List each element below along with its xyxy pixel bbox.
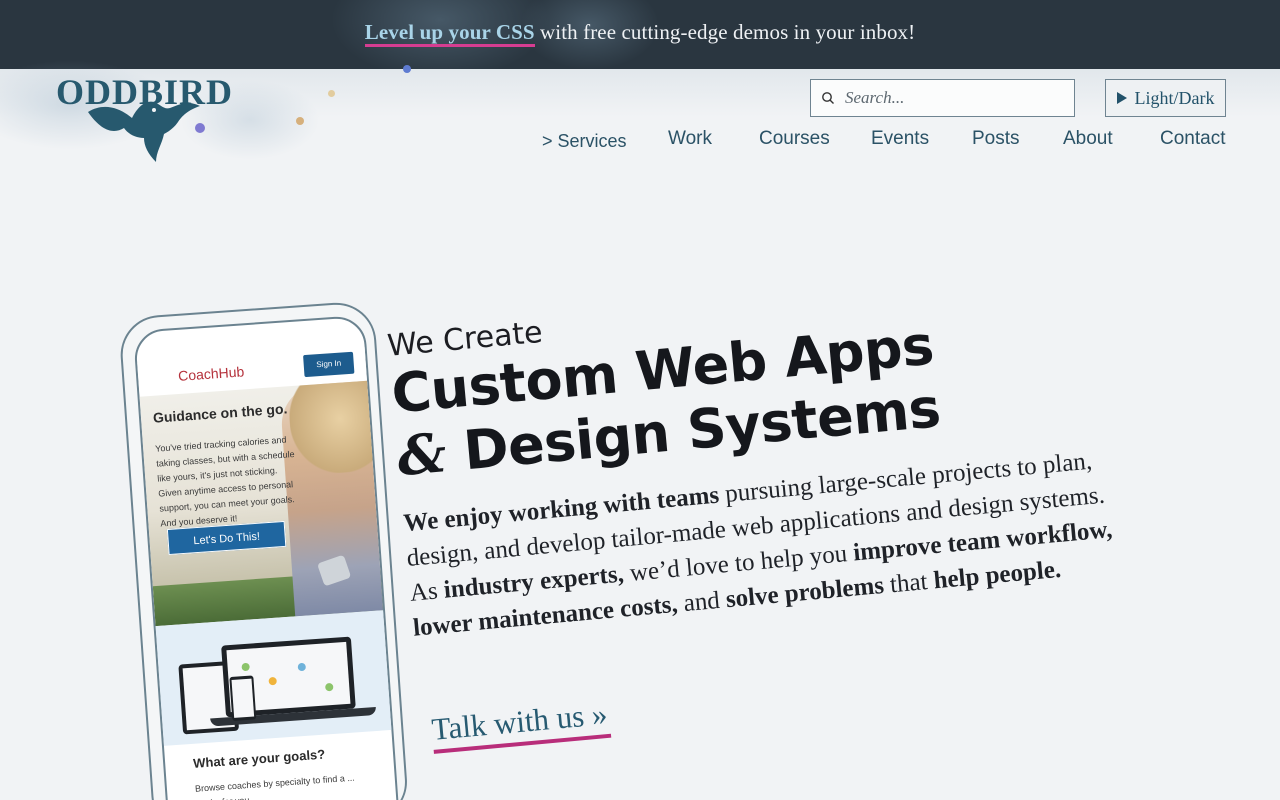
hero-body-segment: that	[882, 567, 935, 599]
phone-frame: CoachHub Sign In Guidance on the go. You…	[118, 300, 410, 800]
woman-hair	[287, 380, 378, 477]
theme-toggle-button[interactable]: Light/Dark	[1105, 79, 1226, 117]
small-phone-graphic	[229, 675, 257, 722]
app-subtitle: What are your goals?	[192, 746, 326, 771]
headline-ampersand: &	[394, 420, 449, 489]
app-signin-button: Sign In	[303, 351, 355, 378]
nav-item-work[interactable]: Work	[668, 128, 712, 150]
phone-screen: CoachHub Sign In Guidance on the go. You…	[132, 314, 400, 800]
app-logo: CoachHub	[177, 363, 245, 384]
banner-message: with free cutting-edge demos in your inb…	[534, 20, 916, 44]
hero-body-segment: and	[676, 586, 728, 618]
theme-toggle-label: Light/Dark	[1134, 87, 1215, 108]
banner-text: Level up your CSS with free cutting-edge…	[0, 20, 1280, 47]
hero-section: We Create Custom Web Apps & Design Syste…	[386, 261, 1172, 646]
paint-dot	[296, 117, 304, 125]
chart-dot	[324, 682, 334, 692]
nav-item-posts[interactable]: Posts	[972, 128, 1020, 150]
app-paragraph-2: Browse coaches by specialty to find a ..…	[194, 772, 356, 800]
search-input[interactable]	[845, 81, 1065, 115]
chart-dot	[241, 662, 250, 672]
main-nav: > Services Work Courses Events Posts Abo…	[0, 128, 1280, 158]
nav-item-courses[interactable]: Courses	[759, 128, 830, 150]
hero-body-segment: solve problems	[724, 571, 886, 614]
nav-item-contact[interactable]: Contact	[1160, 128, 1225, 150]
app-devices-image	[155, 609, 396, 746]
nav-item-services[interactable]: > Services	[542, 131, 627, 152]
chart-dot	[268, 676, 277, 686]
hero-body-segment: help people.	[932, 555, 1063, 595]
chart-dot	[297, 662, 307, 672]
talk-with-us-link[interactable]: Talk with us »	[430, 693, 612, 754]
promo-banner: Level up your CSS with free cutting-edge…	[0, 0, 1280, 69]
search-box[interactable]	[810, 79, 1075, 117]
app-paragraph: You've tried tracking calories and takin…	[154, 434, 295, 529]
nav-item-about[interactable]: About	[1063, 128, 1113, 150]
nav-item-events[interactable]: Events	[871, 128, 929, 150]
search-icon	[811, 80, 845, 116]
banner-link[interactable]: Level up your CSS	[364, 20, 535, 47]
play-icon	[1116, 92, 1127, 104]
